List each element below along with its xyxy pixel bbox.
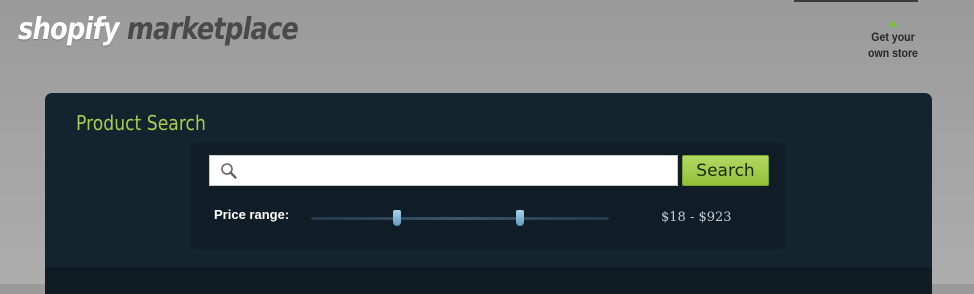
logo-suffix-text: marketplace [126,12,299,47]
price-min-handle[interactable] [393,210,402,226]
product-search-panel: Product Search Search Price range: $18 -… [45,93,932,294]
logo-brand-text: shopify [18,12,120,47]
store-link-line2: own store [868,46,918,60]
shopify-marketplace-logo[interactable]: shopify marketplace [18,10,299,50]
panel-title: Product Search [76,111,206,135]
arrow-up-icon [888,20,898,27]
search-input[interactable] [244,156,668,187]
price-range-label: Price range: [214,207,290,222]
price-range-value: $18 - $923 [661,210,732,225]
search-icon [221,163,237,179]
price-max-handle[interactable] [515,210,524,226]
store-link-line1: Get your [871,30,915,44]
top-divider [794,0,918,2]
search-box: Search Price range: $18 - $923 [191,143,785,249]
search-field[interactable] [209,155,678,187]
panel-footer [45,268,932,294]
search-button[interactable]: Search [682,155,769,186]
get-your-own-store-link[interactable]: Get your own store [862,20,924,61]
price-range-slider[interactable] [311,210,609,226]
